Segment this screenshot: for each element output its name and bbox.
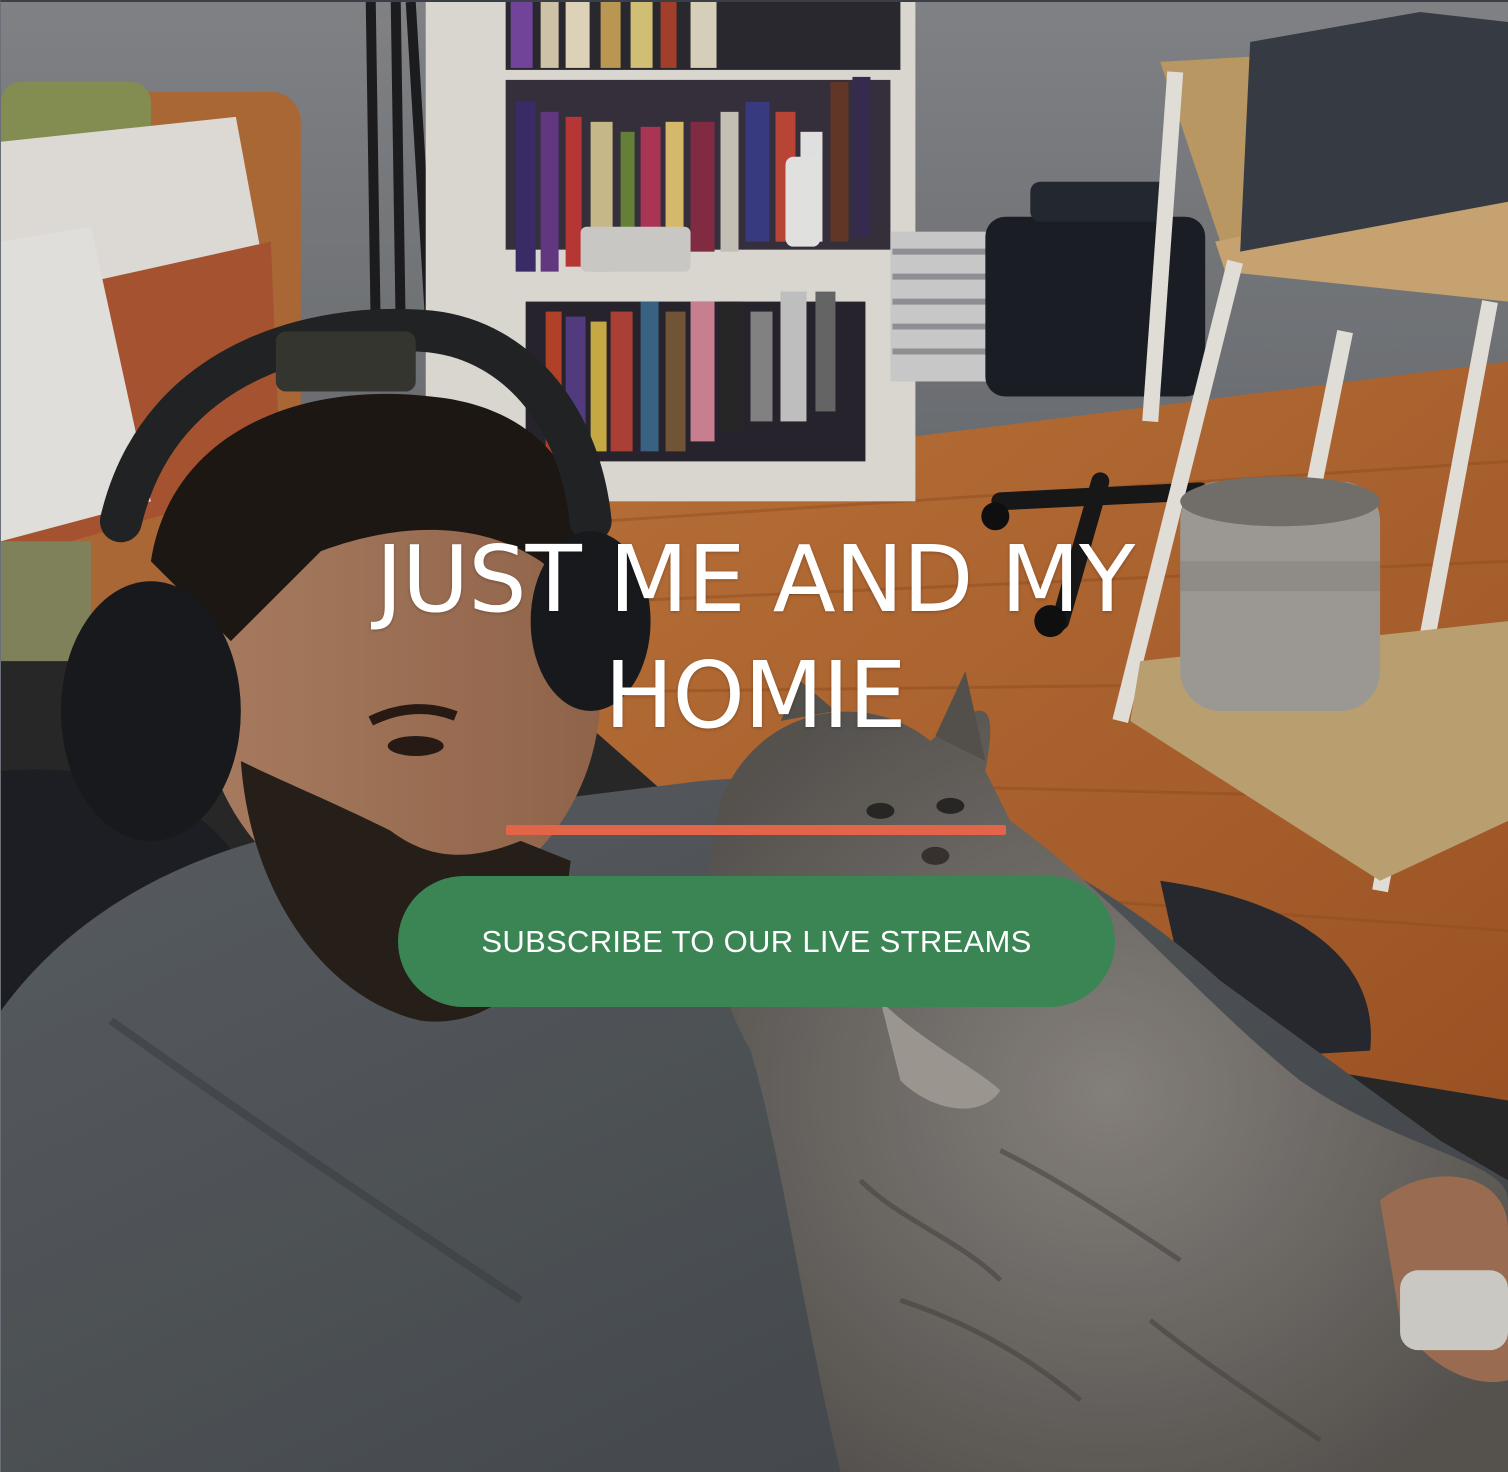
hero-overlay: JUST ME AND MY HOMIE SUBSCRIBE TO OUR LI… xyxy=(1,2,1508,1472)
subscribe-live-streams-button[interactable]: SUBSCRIBE TO OUR LIVE STREAMS xyxy=(398,876,1115,1007)
title-accent-divider xyxy=(506,825,1006,835)
hero-section: JUST ME AND MY HOMIE SUBSCRIBE TO OUR LI… xyxy=(0,0,1508,1472)
hero-title: JUST ME AND MY HOMIE xyxy=(375,526,1135,749)
